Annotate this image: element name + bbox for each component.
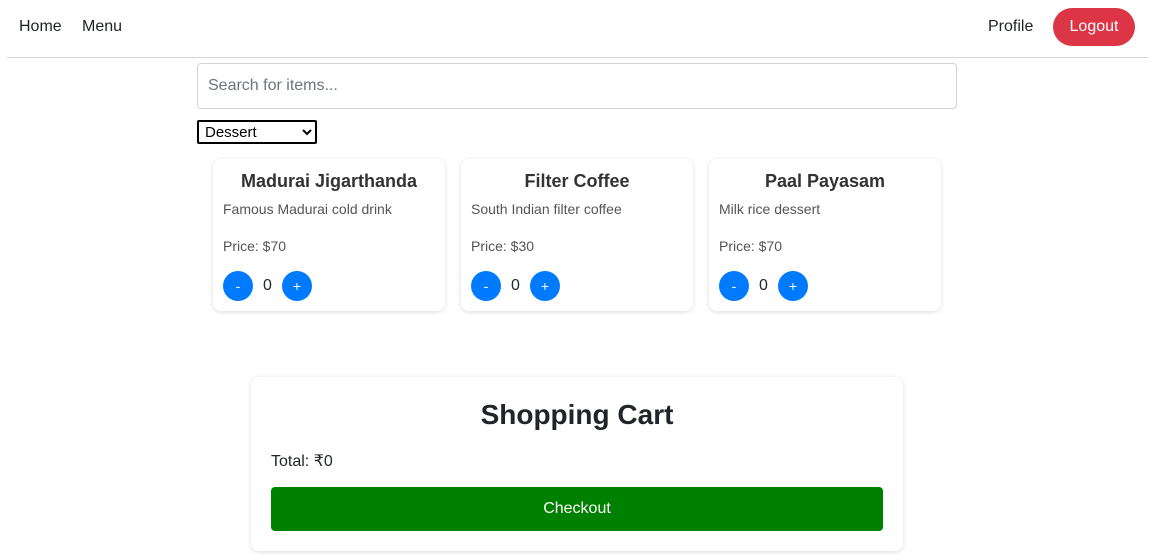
nav-home-link[interactable]: Home: [19, 18, 62, 36]
increase-quantity-button[interactable]: +: [282, 271, 312, 301]
search-input[interactable]: [197, 63, 957, 109]
decrease-quantity-button[interactable]: -: [471, 271, 501, 301]
shopping-cart-panel: Shopping Cart Total: ₹0 Checkout: [251, 377, 903, 551]
decrease-quantity-button[interactable]: -: [719, 271, 749, 301]
quantity-value: 0: [759, 277, 768, 294]
cart-total: Total: ₹0: [271, 453, 333, 470]
menu-item-card: Madurai Jigarthanda Famous Madurai cold …: [213, 159, 445, 311]
navbar: Home Menu Profile Logout: [7, 0, 1148, 58]
item-name: Paal Payasam: [764, 171, 886, 191]
increase-quantity-button[interactable]: +: [778, 271, 808, 301]
menu-item-card: Filter Coffee South Indian filter coffee…: [461, 159, 693, 311]
item-price: Price: $70: [719, 238, 783, 254]
increase-quantity-button[interactable]: +: [530, 271, 560, 301]
item-description: Milk rice dessert: [719, 201, 821, 217]
item-name: Filter Coffee: [524, 171, 630, 191]
quantity-value: 0: [263, 277, 272, 294]
cart-title: Shopping Cart: [480, 399, 674, 430]
checkout-button[interactable]: Checkout: [271, 487, 883, 531]
item-name: Madurai Jigarthanda: [240, 171, 418, 191]
item-description: South Indian filter coffee: [471, 201, 622, 217]
quantity-value: 0: [511, 277, 520, 294]
menu-item-card: Paal Payasam Milk rice dessert Price: $7…: [709, 159, 941, 311]
decrease-quantity-button[interactable]: -: [223, 271, 253, 301]
item-price: Price: $30: [471, 238, 535, 254]
category-select[interactable]: Dessert: [197, 120, 317, 144]
item-price: Price: $70: [223, 238, 287, 254]
nav-menu-link[interactable]: Menu: [82, 18, 122, 36]
logout-button[interactable]: Logout: [1053, 8, 1135, 46]
nav-profile-link[interactable]: Profile: [988, 18, 1033, 36]
item-description: Famous Madurai cold drink: [223, 201, 392, 217]
